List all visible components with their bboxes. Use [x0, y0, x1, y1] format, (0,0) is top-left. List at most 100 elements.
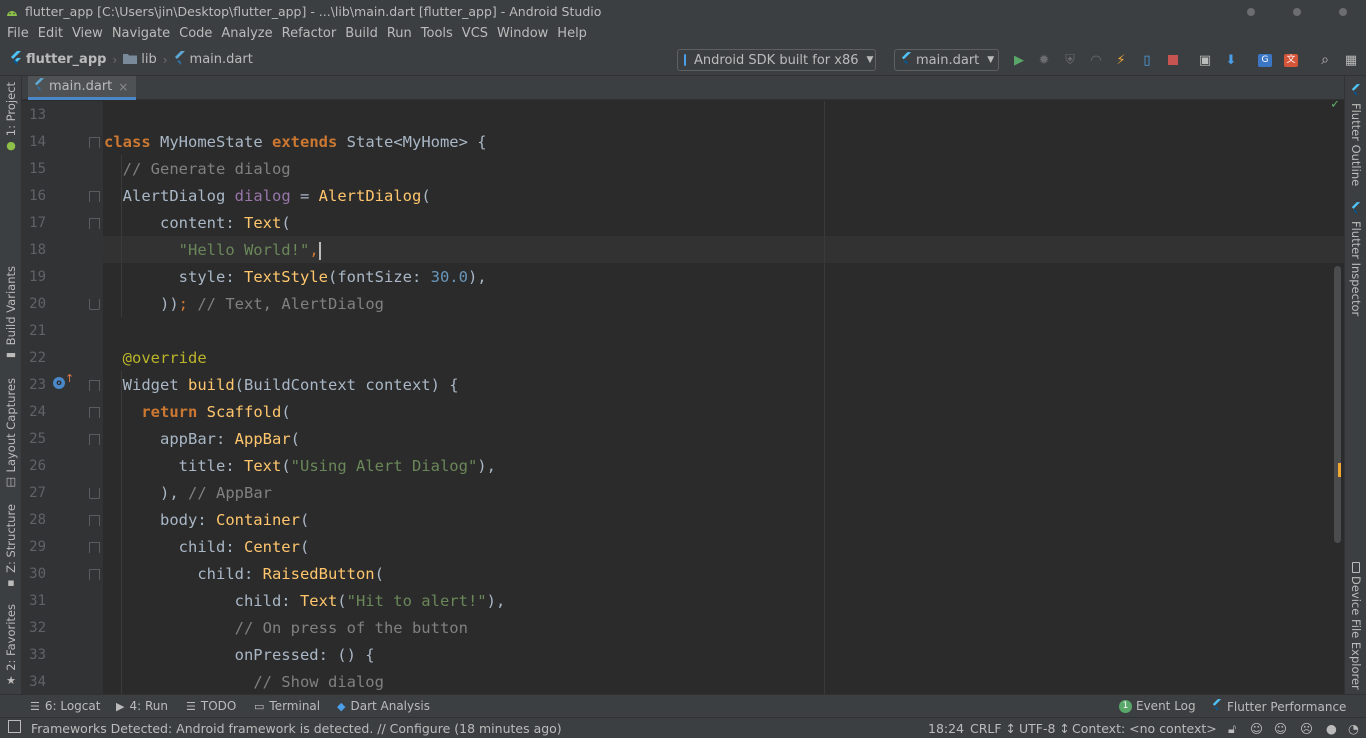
- tool-device-file-explorer[interactable]: Device File Explorer: [1347, 562, 1365, 690]
- code-line[interactable]: // Generate dialog: [104, 156, 291, 183]
- menu-analyze[interactable]: Analyze: [218, 26, 278, 41]
- hot-reload-icon[interactable]: ⚡: [1112, 51, 1130, 69]
- menu-view[interactable]: View: [69, 26, 109, 41]
- debug-icon[interactable]: ✹: [1035, 51, 1053, 69]
- neutral-face-icon[interactable]: ☹: [1300, 721, 1313, 736]
- code-line[interactable]: )); // Text, AlertDialog: [104, 291, 384, 318]
- status-message[interactable]: Frameworks Detected: Android framework i…: [31, 721, 562, 736]
- fold-marker[interactable]: [89, 218, 100, 229]
- more-icon[interactable]: ▦: [1342, 51, 1360, 69]
- fold-marker[interactable]: [89, 137, 100, 148]
- fold-marker[interactable]: [89, 299, 100, 310]
- apply-changes-icon[interactable]: ▯: [1138, 51, 1156, 69]
- code-line[interactable]: child: RaisedButton(: [104, 561, 384, 588]
- tool-favorites-label: 2: Favorites: [4, 604, 18, 671]
- code-line[interactable]: content: Text(: [104, 210, 291, 237]
- code-line[interactable]: child: Center(: [104, 534, 310, 561]
- caret-position[interactable]: 18:24: [928, 721, 964, 736]
- menu-vcs[interactable]: VCS: [459, 26, 494, 41]
- lock-icon[interactable]: 🔓︎: [1228, 721, 1236, 737]
- menu-navigate[interactable]: Navigate: [109, 26, 176, 41]
- tool-todo[interactable]: ☰ TODO: [186, 699, 236, 713]
- code-line[interactable]: class MyHomeState extends State<MyHome> …: [104, 129, 487, 156]
- device-selector[interactable]: Android SDK built for x86 ▼: [677, 49, 876, 71]
- tool-flutter-outline[interactable]: Flutter Outline: [1347, 84, 1365, 186]
- fold-marker[interactable]: [89, 515, 100, 526]
- inspector-icon[interactable]: ☺: [1274, 721, 1287, 736]
- search-icon[interactable]: ⌕: [1316, 51, 1334, 69]
- tool-layout-captures[interactable]: Layout Captures ◫: [1, 378, 21, 488]
- code-line[interactable]: style: TextStyle(fontSize: 30.0),: [104, 264, 487, 291]
- close-button[interactable]: [1320, 0, 1366, 23]
- fold-marker[interactable]: [89, 569, 100, 580]
- code-line[interactable]: @override: [104, 345, 207, 372]
- code-line[interactable]: appBar: AppBar(: [104, 426, 300, 453]
- code-line[interactable]: // Show dialog: [104, 669, 384, 694]
- tool-project[interactable]: 1: Project ●: [1, 82, 21, 152]
- menu-window[interactable]: Window: [494, 26, 554, 41]
- menu-help[interactable]: Help: [554, 26, 593, 41]
- sdk-manager-icon[interactable]: ⬇: [1222, 51, 1240, 69]
- translate-icon[interactable]: G: [1256, 51, 1274, 69]
- hide-tool-windows-icon[interactable]: [8, 720, 21, 733]
- tab-main-dart[interactable]: main.dart ×: [28, 76, 137, 100]
- tool-flutter-performance[interactable]: Flutter Performance: [1212, 699, 1346, 714]
- tool-terminal[interactable]: ▭ Terminal: [254, 699, 320, 713]
- code-line[interactable]: // On press of the button: [104, 615, 468, 642]
- menu-build[interactable]: Build: [342, 26, 384, 41]
- translate-alt-icon[interactable]: 文: [1282, 51, 1300, 69]
- fold-marker[interactable]: [89, 488, 100, 499]
- minimize-button[interactable]: [1228, 0, 1274, 23]
- run-icon: ▶: [116, 699, 125, 713]
- tool-event-log[interactable]: 1 Event Log: [1119, 699, 1196, 713]
- fold-marker[interactable]: [89, 407, 100, 418]
- file-encoding[interactable]: UTF-8 ↕: [1019, 721, 1070, 736]
- code-line[interactable]: title: Text("Using Alert Dialog"),: [104, 453, 496, 480]
- code-line[interactable]: body: Container(: [104, 507, 309, 534]
- fold-marker[interactable]: [89, 380, 100, 391]
- menu-tools[interactable]: Tools: [418, 26, 459, 41]
- override-method-icon[interactable]: o: [53, 377, 65, 389]
- code-line[interactable]: onPressed: () {: [104, 642, 375, 669]
- fold-marker[interactable]: [89, 191, 100, 202]
- menu-edit[interactable]: Edit: [35, 26, 69, 41]
- smile-icon[interactable]: ☺: [1250, 721, 1263, 736]
- menu-code[interactable]: Code: [176, 26, 218, 41]
- vertical-scrollbar[interactable]: [1334, 266, 1341, 543]
- run-config-selector[interactable]: main.dart ▼: [894, 49, 999, 71]
- stop-icon[interactable]: [1164, 51, 1182, 69]
- tool-dart-analysis[interactable]: ◆ Dart Analysis: [337, 699, 430, 713]
- fold-marker[interactable]: [89, 542, 100, 553]
- menu-refactor[interactable]: Refactor: [279, 26, 343, 41]
- breadcrumb-file[interactable]: main.dart: [168, 50, 253, 69]
- coverage-icon[interactable]: ⛨: [1061, 51, 1079, 69]
- code-line[interactable]: child: Text("Hit to alert!"),: [104, 588, 506, 615]
- code-line[interactable]: "Hello World!",: [104, 237, 321, 264]
- tool-favorites[interactable]: 2: Favorites ★: [1, 604, 21, 687]
- run-icon[interactable]: ▶: [1010, 51, 1028, 69]
- breadcrumb-project[interactable]: flutter_app: [0, 50, 106, 69]
- code-line[interactable]: ), // AppBar: [104, 480, 272, 507]
- profile-icon[interactable]: ◠: [1087, 51, 1105, 69]
- menu-run[interactable]: Run: [384, 26, 418, 41]
- fold-marker[interactable]: [89, 434, 100, 445]
- tool-build-variants[interactable]: Build Variants ▬: [1, 266, 21, 361]
- avd-manager-icon[interactable]: ▣: [1196, 51, 1214, 69]
- code-token: Scaffold: [206, 403, 282, 421]
- code-line[interactable]: AlertDialog dialog = AlertDialog(: [104, 183, 431, 210]
- code-line[interactable]: return Scaffold(: [104, 399, 290, 426]
- notification-icon[interactable]: ●: [1326, 721, 1337, 736]
- tool-logcat[interactable]: ☰ 6: Logcat: [30, 699, 100, 713]
- power-save-icon[interactable]: ◔: [1348, 721, 1359, 736]
- context-indicator[interactable]: Context: <no context>: [1072, 721, 1217, 736]
- breadcrumb-folder[interactable]: lib: [117, 52, 157, 68]
- close-icon[interactable]: ×: [118, 80, 128, 94]
- code-editor[interactable]: 13 14 15 16 17 18 19 20 21 22 23 24 25 2…: [22, 101, 1344, 694]
- line-separator[interactable]: CRLF ↕: [970, 721, 1016, 736]
- tool-structure[interactable]: Z: Structure ▪: [1, 504, 21, 589]
- tool-run[interactable]: ▶ 4: Run: [116, 699, 168, 713]
- code-line[interactable]: Widget build(BuildContext context) {: [104, 372, 459, 399]
- menu-file[interactable]: File: [4, 26, 35, 41]
- tool-flutter-inspector[interactable]: Flutter Inspector: [1347, 202, 1365, 316]
- maximize-button[interactable]: [1274, 0, 1320, 23]
